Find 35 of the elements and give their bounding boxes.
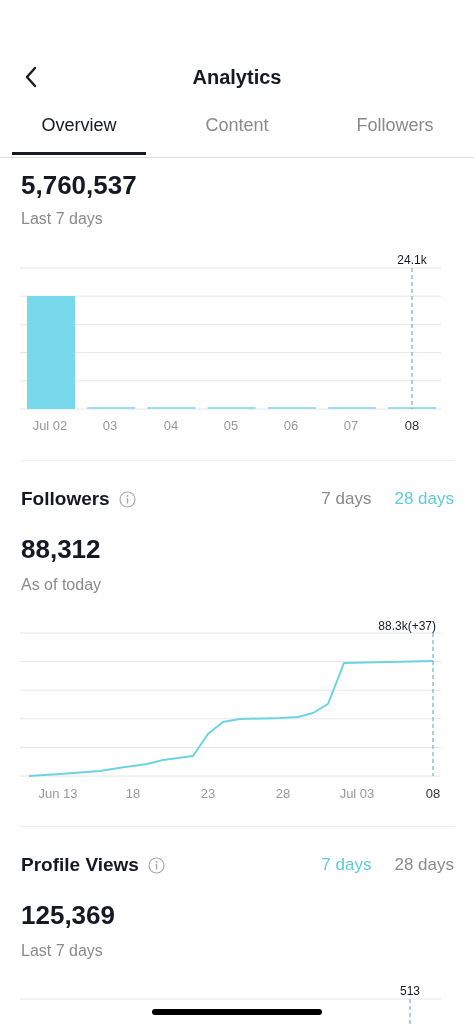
metric-value: 88,312 — [21, 534, 102, 564]
metric-caption: As of today — [21, 575, 103, 595]
axis-label: Jul 02 — [32, 418, 68, 433]
section-title: Followers — [21, 488, 110, 510]
metric-value: 125,369 — [21, 900, 116, 930]
tab[interactable]: Overview — [12, 99, 146, 155]
axis-label: 28 — [275, 786, 291, 801]
axis-label: 23 — [200, 786, 216, 801]
axis-label: 08 — [425, 786, 441, 801]
marker-label: 88.3k(+37) — [378, 619, 436, 633]
axis-label: 03 — [102, 418, 118, 433]
axis-label: 18 — [125, 786, 141, 801]
range-option[interactable]: 28 days — [394, 489, 454, 509]
axis-label: Jul 03 — [339, 786, 375, 801]
axis-label: 08 — [404, 418, 420, 433]
metric-caption: Last 7 days — [21, 209, 104, 229]
axis-label: 07 — [343, 418, 359, 433]
marker-label: 24.1k — [397, 253, 427, 267]
marker-label: 513 — [400, 984, 420, 998]
metric-value: 5,760,537 — [21, 170, 138, 200]
axis-label: Jun 13 — [38, 786, 78, 801]
page-title: Analytics — [192, 65, 282, 89]
tab[interactable]: Followers — [328, 99, 462, 155]
range-option[interactable]: 28 days — [394, 855, 454, 875]
range-option[interactable]: 7 days — [321, 489, 372, 509]
info-icon[interactable] — [118, 490, 136, 508]
tab[interactable]: Content — [170, 99, 304, 155]
info-icon[interactable] — [147, 856, 165, 874]
metric-caption: Last 7 days — [21, 941, 104, 961]
axis-label: 06 — [283, 418, 299, 433]
section-title: Profile Views — [21, 854, 139, 876]
axis-label: 04 — [163, 418, 179, 433]
range-option[interactable]: 7 days — [321, 855, 372, 875]
marker-line — [409, 998, 411, 1025]
axis-label: 05 — [223, 418, 239, 433]
